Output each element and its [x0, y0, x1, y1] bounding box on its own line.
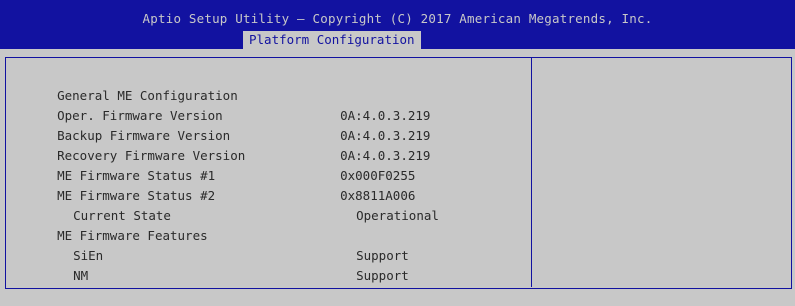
info-row-oper-firmware-version: Oper. Firmware Version 0A:4.0.3.219 [27, 86, 430, 123]
info-row-me-firmware-status-1: ME Firmware Status #1 0x000F0255 [27, 146, 415, 183]
info-row-backup-firmware-version: Backup Firmware Version 0A:4.0.3.219 [27, 106, 430, 143]
help-divider [531, 57, 532, 287]
info-row-nm: NM Support [27, 246, 409, 283]
info-row-me-firmware-features: ME Firmware Features [27, 206, 340, 243]
main-panel: General ME Configuration Oper. Firmware … [0, 49, 795, 289]
section-title: General ME Configuration [27, 66, 340, 103]
info-row-sien: SiEn Support [27, 226, 409, 263]
row-label: NM [73, 268, 89, 283]
info-row-current-state: Current State Operational [27, 186, 439, 223]
tab-platform-configuration[interactable]: Platform Configuration [243, 31, 421, 49]
app-title: Aptio Setup Utility – Copyright (C) 2017… [142, 11, 653, 26]
row-value: Operational [356, 208, 439, 223]
header-bar: Aptio Setup Utility – Copyright (C) 2017… [0, 0, 795, 49]
info-row-recovery-firmware-version: Recovery Firmware Version 0A:4.0.3.219 [27, 126, 430, 163]
row-value: Support [356, 268, 409, 283]
info-row-me-firmware-status-2: ME Firmware Status #2 0x8811A006 [27, 166, 415, 203]
